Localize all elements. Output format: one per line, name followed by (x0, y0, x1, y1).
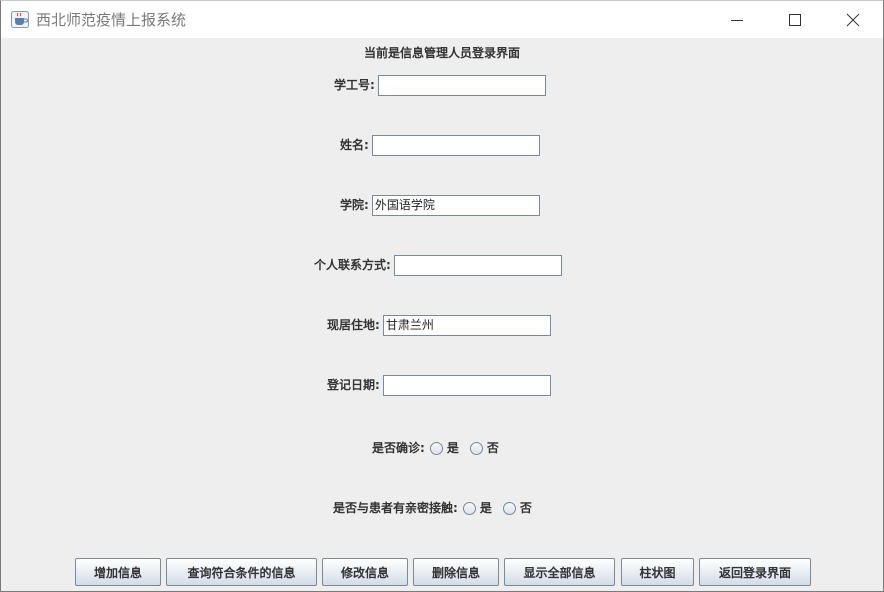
close-contact-yes-radio[interactable] (462, 501, 476, 515)
college-field[interactable]: 外国语学院 (371, 194, 540, 216)
id-label: 学工号: (334, 78, 375, 92)
query-info-button[interactable]: 查询符合条件的信息 (166, 558, 317, 586)
contact-field[interactable] (393, 254, 562, 276)
row-residence: 现居住地: 甘肃兰州 (327, 314, 551, 336)
row-diagnosed: 是否确诊: 是 否 (372, 437, 499, 459)
close-contact-no-option[interactable]: 否 (502, 501, 532, 515)
form-panel: 当前是信息管理人员登录界面 学工号: 姓名: 学院: 外国语学院 个人联系方式:… (1, 38, 883, 591)
bar-chart-button[interactable]: 柱状图 (621, 558, 694, 586)
window-title: 西北师范疫情上报系统 (36, 11, 187, 29)
maximize-button[interactable] (766, 1, 824, 38)
diagnosed-no-text: 否 (486, 441, 499, 455)
college-label: 学院: (340, 198, 369, 212)
diagnosed-no-radio[interactable] (469, 441, 483, 455)
close-contact-no-radio[interactable] (502, 501, 516, 515)
name-label: 姓名: (340, 138, 369, 152)
maximize-icon (789, 14, 801, 26)
edit-info-button[interactable]: 修改信息 (322, 558, 408, 586)
diagnosed-no-option[interactable]: 否 (469, 441, 499, 455)
minimize-icon (731, 20, 743, 21)
close-contact-label: 是否与患者有亲密接触: (333, 501, 458, 515)
row-contact: 个人联系方式: (314, 254, 562, 276)
delete-info-button[interactable]: 删除信息 (413, 558, 499, 586)
minimize-button[interactable] (708, 1, 766, 38)
close-contact-no-text: 否 (519, 501, 532, 515)
id-field[interactable] (377, 74, 546, 96)
back-to-login-button[interactable]: 返回登录界面 (699, 558, 811, 586)
residence-field[interactable]: 甘肃兰州 (382, 314, 551, 336)
close-contact-yes-option[interactable]: 是 (462, 501, 492, 515)
java-cup-icon (11, 11, 29, 28)
diagnosed-label: 是否确诊: (372, 441, 425, 455)
row-id: 学工号: (334, 74, 546, 96)
row-name: 姓名: (340, 134, 540, 156)
app-window: 西北师范疫情上报系统 当前是信息管理人员登录界面 学工号: 姓名: 学院: 外国… (0, 0, 884, 592)
close-contact-yes-text: 是 (479, 501, 492, 515)
close-icon (846, 13, 860, 27)
diagnosed-yes-option[interactable]: 是 (429, 441, 459, 455)
row-close-contact: 是否与患者有亲密接触: 是 否 (333, 497, 532, 519)
date-field[interactable] (382, 374, 551, 396)
date-label: 登记日期: (327, 378, 380, 392)
page-title: 当前是信息管理人员登录界面 (363, 46, 520, 60)
diagnosed-yes-text: 是 (446, 441, 459, 455)
residence-label: 现居住地: (327, 318, 380, 332)
name-field[interactable] (371, 134, 540, 156)
row-date: 登记日期: (327, 374, 551, 396)
close-button[interactable] (824, 1, 882, 38)
add-info-button[interactable]: 增加信息 (75, 558, 161, 586)
show-all-button[interactable]: 显示全部信息 (504, 558, 615, 586)
contact-label: 个人联系方式: (314, 258, 391, 272)
title-bar[interactable]: 西北师范疫情上报系统 (1, 1, 883, 38)
row-college: 学院: 外国语学院 (340, 194, 540, 216)
diagnosed-yes-radio[interactable] (429, 441, 443, 455)
